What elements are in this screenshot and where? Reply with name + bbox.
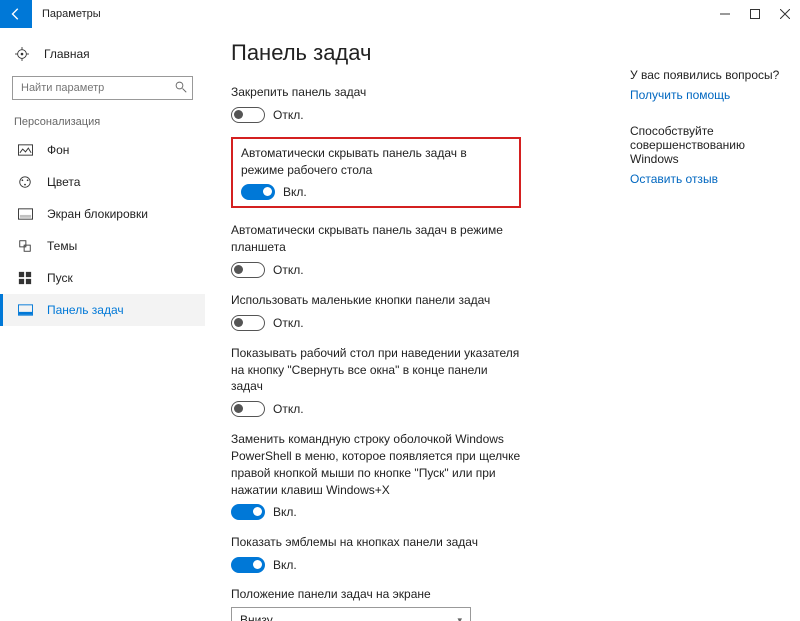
highlighted-setting: Автоматически скрывать панель задач в ре… bbox=[231, 137, 521, 209]
taskbar-icon bbox=[17, 302, 33, 318]
setting-small-buttons: Использовать маленькие кнопки панели зад… bbox=[231, 292, 521, 331]
gear-icon bbox=[14, 46, 30, 62]
toggle-state: Вкл. bbox=[273, 558, 297, 572]
lockscreen-icon bbox=[17, 206, 33, 222]
window-title: Параметры bbox=[42, 8, 101, 20]
sidebar-item-start[interactable]: Пуск bbox=[0, 262, 205, 294]
sidebar-home-label: Главная bbox=[44, 47, 90, 61]
themes-icon bbox=[17, 238, 33, 254]
dropdown-value: Внизу bbox=[240, 613, 273, 621]
toggle-state: Откл. bbox=[273, 402, 304, 416]
search-wrap bbox=[12, 76, 193, 100]
feedback-title: Способствуйте совершенствованию Windows bbox=[630, 124, 788, 166]
back-button[interactable] bbox=[0, 0, 32, 28]
dropdown-position[interactable]: Внизу ▾ bbox=[231, 607, 471, 621]
sidebar-item-background[interactable]: Фон bbox=[0, 134, 205, 166]
window-controls bbox=[710, 0, 800, 28]
section-label: Персонализация bbox=[0, 108, 205, 134]
page-title: Панель задач bbox=[231, 40, 620, 66]
toggle-badges[interactable] bbox=[231, 557, 265, 573]
main-content: Панель задач Закрепить панель задач Откл… bbox=[205, 28, 630, 621]
setting-label: Заменить командную строку оболочкой Wind… bbox=[231, 431, 521, 498]
sidebar-item-label: Пуск bbox=[47, 271, 73, 285]
chevron-down-icon: ▾ bbox=[457, 615, 462, 621]
close-icon bbox=[780, 9, 790, 19]
toggle-lock-taskbar[interactable] bbox=[231, 107, 265, 123]
sidebar-item-label: Панель задач bbox=[47, 303, 124, 317]
feedback-link[interactable]: Оставить отзыв bbox=[630, 172, 788, 186]
start-icon bbox=[17, 270, 33, 286]
sidebar-item-label: Фон bbox=[47, 143, 69, 157]
dropdown-label-position: Положение панели задач на экране bbox=[231, 587, 620, 601]
sidebar-item-label: Темы bbox=[47, 239, 77, 253]
maximize-icon bbox=[750, 9, 760, 19]
setting-label: Показать эмблемы на кнопках панели задач bbox=[231, 534, 521, 551]
sidebar-item-colors[interactable]: Цвета bbox=[0, 166, 205, 198]
setting-label: Автоматически скрывать панель задач в ре… bbox=[231, 222, 521, 256]
picture-icon bbox=[17, 142, 33, 158]
toggle-state: Вкл. bbox=[283, 185, 307, 199]
toggle-autohide-desktop[interactable] bbox=[241, 184, 275, 200]
palette-icon bbox=[17, 174, 33, 190]
sidebar-item-lockscreen[interactable]: Экран блокировки bbox=[0, 198, 205, 230]
search-icon bbox=[175, 81, 187, 96]
toggle-powershell[interactable] bbox=[231, 504, 265, 520]
sidebar-item-themes[interactable]: Темы bbox=[0, 230, 205, 262]
arrow-left-icon bbox=[9, 7, 23, 21]
setting-label: Автоматически скрывать панель задач в ре… bbox=[241, 145, 511, 179]
close-button[interactable] bbox=[770, 0, 800, 28]
toggle-small-buttons[interactable] bbox=[231, 315, 265, 331]
right-panel: У вас появились вопросы? Получить помощь… bbox=[630, 28, 800, 621]
maximize-button[interactable] bbox=[740, 0, 770, 28]
setting-lock-taskbar: Закрепить панель задач Откл. bbox=[231, 84, 521, 123]
setting-peek-desktop: Показывать рабочий стол при наведении ук… bbox=[231, 345, 521, 417]
sidebar-item-label: Цвета bbox=[47, 175, 80, 189]
setting-label: Закрепить панель задач bbox=[231, 84, 521, 101]
setting-powershell: Заменить командную строку оболочкой Wind… bbox=[231, 431, 521, 520]
toggle-state: Откл. bbox=[273, 263, 304, 277]
sidebar: Главная Персонализация Фон Цвета Экран б… bbox=[0, 28, 205, 621]
toggle-state: Откл. bbox=[273, 108, 304, 122]
toggle-state: Вкл. bbox=[273, 505, 297, 519]
get-help-link[interactable]: Получить помощь bbox=[630, 88, 788, 102]
search-input[interactable] bbox=[12, 76, 193, 100]
minimize-button[interactable] bbox=[710, 0, 740, 28]
title-bar: Параметры bbox=[0, 0, 800, 28]
setting-label: Показывать рабочий стол при наведении ук… bbox=[231, 345, 521, 395]
minimize-icon bbox=[720, 9, 730, 19]
setting-autohide-desktop: Автоматически скрывать панель задач в ре… bbox=[241, 145, 511, 201]
toggle-state: Откл. bbox=[273, 316, 304, 330]
setting-label: Использовать маленькие кнопки панели зад… bbox=[231, 292, 521, 309]
setting-badges: Показать эмблемы на кнопках панели задач… bbox=[231, 534, 521, 573]
sidebar-home[interactable]: Главная bbox=[0, 40, 205, 68]
setting-autohide-tablet: Автоматически скрывать панель задач в ре… bbox=[231, 222, 521, 278]
sidebar-item-label: Экран блокировки bbox=[47, 207, 148, 221]
toggle-autohide-tablet[interactable] bbox=[231, 262, 265, 278]
faq-title: У вас появились вопросы? bbox=[630, 68, 788, 82]
toggle-peek-desktop[interactable] bbox=[231, 401, 265, 417]
sidebar-item-taskbar[interactable]: Панель задач bbox=[0, 294, 205, 326]
